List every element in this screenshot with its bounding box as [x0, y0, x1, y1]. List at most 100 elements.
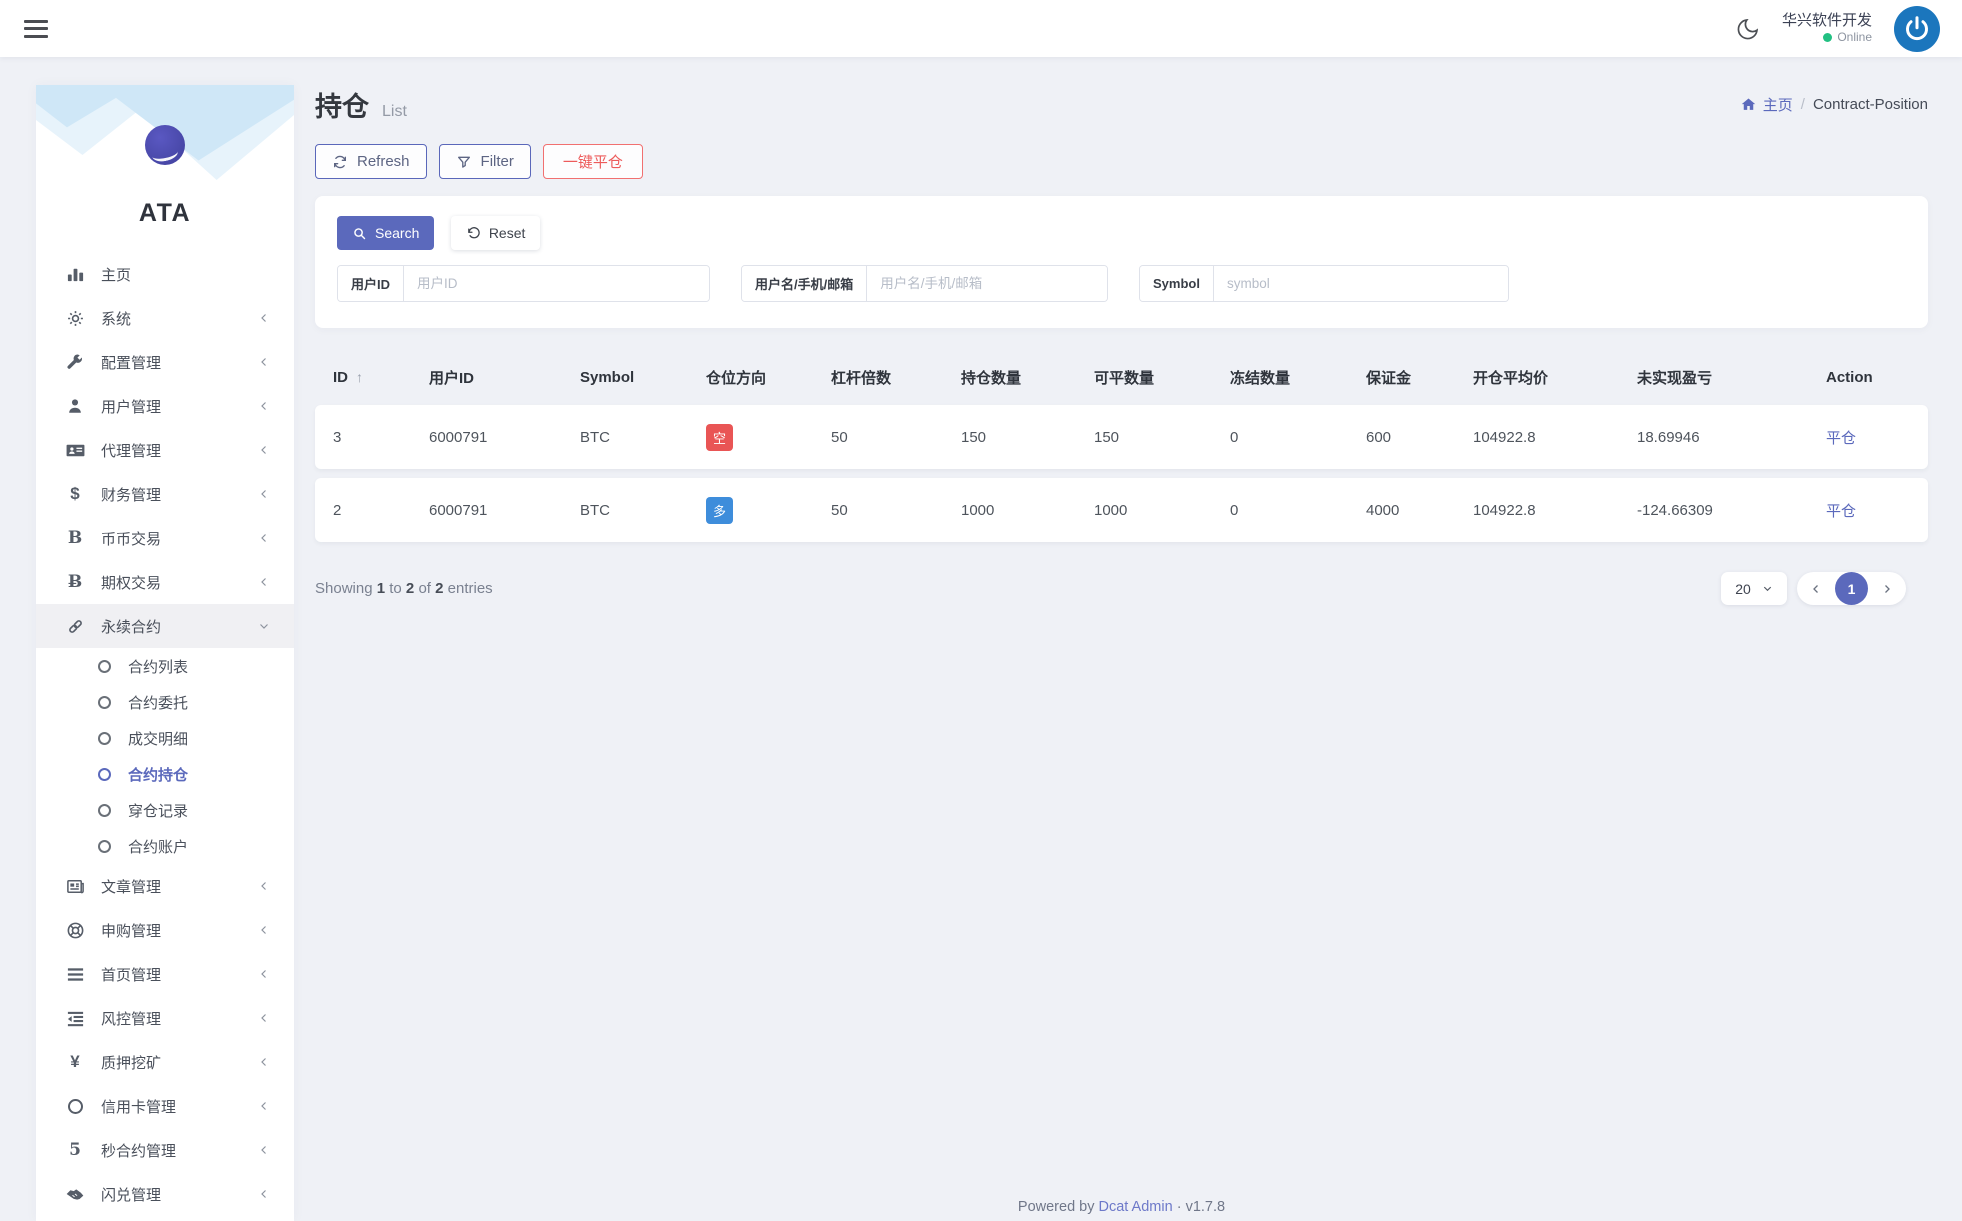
sidebar-item-flash-exchange[interactable]: 闪兑管理: [36, 1172, 294, 1216]
sidebar-item-finance[interactable]: $ 财务管理: [36, 472, 294, 516]
main-content: 持仓 List 主页 / Contract-Position Refresh F…: [315, 85, 1928, 1221]
column-header: 保证金: [1366, 367, 1473, 388]
chevron-left-icon: [258, 356, 270, 368]
powered-by-footer: Powered by Dcat Admin · v1.7.8: [315, 1199, 1928, 1215]
entries-summary: Showing 1 to 2 of 2 entries: [315, 580, 493, 597]
brand-name: ATA: [36, 199, 294, 228]
sidebar-toggle-icon[interactable]: [24, 20, 48, 38]
cell-frozen: 0: [1230, 502, 1366, 519]
direction-badge-short: 空: [706, 424, 733, 451]
sidebar-subitem-trade-details[interactable]: 成交明细: [36, 720, 294, 756]
sidebar-subitem-contract-accounts[interactable]: 合约账户: [36, 828, 294, 864]
sidebar-item-agents[interactable]: 代理管理: [36, 428, 294, 472]
user-name: 华兴软件开发: [1782, 12, 1872, 31]
sidebar-item-perpetual-contract[interactable]: 永续合约: [36, 604, 294, 648]
dark-mode-toggle-icon[interactable]: [1736, 17, 1760, 41]
chevron-left-icon: [258, 1188, 270, 1200]
close-all-positions-button[interactable]: 一键平仓: [543, 144, 643, 179]
sidebar-item-home[interactable]: 主页: [36, 252, 294, 296]
column-header: 杠杆倍数: [831, 367, 961, 388]
next-page-icon[interactable]: [1881, 583, 1893, 595]
search-icon: [352, 226, 367, 241]
link-icon: [64, 617, 86, 636]
filter-field-username: 用户名/手机/邮箱: [741, 265, 1108, 302]
sidebar-subitem-contract-positions[interactable]: 合约持仓: [36, 756, 294, 792]
sidebar-subitem-contract-list[interactable]: 合约列表: [36, 648, 294, 684]
sidebar-item-credit-card[interactable]: 信用卡管理: [36, 1084, 294, 1128]
column-header-id[interactable]: ID↑: [333, 369, 429, 386]
sidebar-item-second-contract[interactable]: 5 秒合约管理: [36, 1128, 294, 1172]
brand-logo-icon: [145, 125, 185, 165]
top-navbar: 华兴软件开发 Online: [0, 0, 1962, 57]
search-button[interactable]: Search: [337, 216, 434, 250]
sidebar-item-options-trading[interactable]: Ƀ 期权交易: [36, 560, 294, 604]
column-header: Action: [1826, 369, 1910, 386]
cell-frozen: 0: [1230, 429, 1366, 446]
online-dot-icon: [1823, 33, 1832, 42]
column-header: 仓位方向: [706, 367, 831, 388]
chevron-left-icon: [258, 444, 270, 456]
sort-asc-icon[interactable]: ↑: [356, 369, 363, 385]
current-page-button[interactable]: 1: [1835, 572, 1868, 605]
sidebar-subitem-contract-orders[interactable]: 合约委托: [36, 684, 294, 720]
yen-icon: ¥: [64, 1052, 86, 1072]
column-header: 开仓平均价: [1473, 367, 1637, 388]
chevron-left-icon: [258, 1012, 270, 1024]
filter-field-user-id: 用户ID: [337, 265, 710, 302]
letter-b-icon: B: [64, 528, 86, 548]
close-position-link[interactable]: 平仓: [1826, 503, 1856, 520]
filter-icon: [456, 154, 472, 170]
chevron-left-icon: [258, 1100, 270, 1112]
sidebar-item-articles[interactable]: 文章管理: [36, 864, 294, 908]
username-phone-email-input[interactable]: [867, 266, 1107, 301]
sidebar-item-subscription[interactable]: 申购管理: [36, 908, 294, 952]
breadcrumb-current: Contract-Position: [1813, 96, 1928, 113]
cell-unrealized-pnl: 18.69946: [1637, 429, 1826, 446]
user-icon: [64, 397, 86, 415]
previous-page-icon[interactable]: [1810, 583, 1822, 595]
chevron-down-icon: [1762, 583, 1773, 594]
bars-icon: [64, 965, 86, 984]
user-id-input[interactable]: [404, 266, 709, 301]
chevron-left-icon: [258, 968, 270, 980]
filter-button[interactable]: Filter: [439, 144, 531, 179]
sidebar-item-homepage[interactable]: 首页管理: [36, 952, 294, 996]
avatar[interactable]: [1894, 6, 1940, 52]
circle-icon: [64, 1099, 86, 1114]
close-position-link[interactable]: 平仓: [1826, 430, 1856, 447]
sidebar-item-users[interactable]: 用户管理: [36, 384, 294, 428]
symbol-input[interactable]: [1214, 266, 1508, 301]
sidebar-logo: [36, 85, 294, 197]
cell-margin: 600: [1366, 429, 1473, 446]
sidebar-item-risk-control[interactable]: 风控管理: [36, 996, 294, 1040]
page-size-select[interactable]: 20: [1721, 572, 1787, 605]
chart-bar-icon: [64, 265, 86, 284]
sidebar-item-staking-mining[interactable]: ¥ 质押挖矿: [36, 1040, 294, 1084]
breadcrumb-home-link[interactable]: 主页: [1740, 94, 1793, 115]
sidebar-subitem-liquidation-records[interactable]: 穿仓记录: [36, 792, 294, 828]
sidebar: ATA 主页 系统: [36, 85, 294, 1221]
cell-avg-price: 104922.8: [1473, 429, 1637, 446]
chevron-left-icon: [258, 924, 270, 936]
chevron-left-icon: [258, 1056, 270, 1068]
circle-bullet-icon: [98, 768, 111, 781]
user-menu[interactable]: 华兴软件开发 Online: [1782, 12, 1872, 46]
reset-button[interactable]: Reset: [451, 216, 541, 250]
circle-bullet-icon: [98, 804, 111, 817]
sidebar-item-spot-trading[interactable]: B 币币交易: [36, 516, 294, 560]
page-title: 持仓: [315, 85, 369, 124]
dcat-admin-link[interactable]: Dcat Admin: [1099, 1199, 1173, 1215]
handshake-icon: [64, 1184, 86, 1204]
cell-leverage: 50: [831, 502, 961, 519]
chevron-left-icon: [258, 400, 270, 412]
cell-position: 150: [961, 429, 1094, 446]
sidebar-item-config[interactable]: 配置管理: [36, 340, 294, 384]
table-header: ID↑ 用户ID Symbol 仓位方向 杠杆倍数 持仓数量 可平数量 冻结数量…: [315, 358, 1928, 396]
cell-margin: 4000: [1366, 502, 1473, 519]
sidebar-item-system[interactable]: 系统: [36, 296, 294, 340]
toolbar: Refresh Filter 一键平仓: [315, 144, 1928, 179]
refresh-button[interactable]: Refresh: [315, 144, 427, 179]
table-footer: Showing 1 to 2 of 2 entries 20 1: [315, 572, 1928, 605]
cell-closable: 1000: [1094, 502, 1230, 519]
field-label: Symbol: [1140, 266, 1214, 301]
